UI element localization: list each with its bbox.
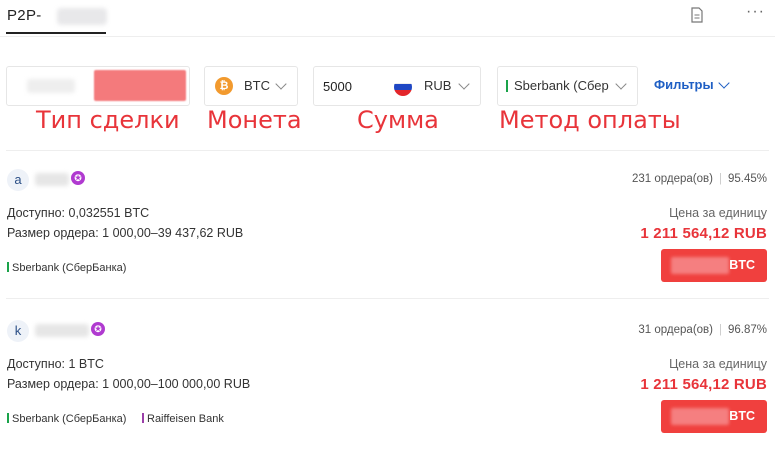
merchant-name-blurred[interactable] (35, 324, 89, 337)
sberbank-color-marker (7, 413, 9, 423)
payment-method-tag: Sberbank (СберБанка) (7, 413, 126, 425)
unit-price: 1 211 564,12 RUB (640, 225, 767, 242)
chevron-down-icon (615, 78, 627, 90)
annotation-amount: Сумма (357, 106, 439, 134)
unit-price: 1 211 564,12 RUB (640, 376, 767, 393)
coin-select-value: BTC (244, 78, 270, 93)
payment-method-tag: Sberbank (СберБанка) (7, 262, 126, 274)
stats-separator: | (718, 324, 722, 336)
order-limits: Размер ордера: 1 000,00–100 000,00 RUB (7, 377, 251, 391)
sell-tab[interactable] (94, 70, 186, 101)
raiffeisen-color-marker (142, 413, 144, 423)
stats-separator: | (718, 173, 722, 185)
coin-select[interactable]: ₿ BTC (204, 66, 298, 106)
orders-count: 31 ордера(ов) (638, 324, 713, 336)
amount-input-value[interactable]: 5000 (323, 79, 352, 94)
order-limits: Размер ордера: 1 000,00–39 437,62 RUB (7, 226, 244, 240)
available-amount: Доступно: 1 BTC (7, 357, 104, 371)
merchant-stats: 31 ордера(ов) | 96.87% (638, 324, 767, 336)
payment-method-value: Sberbank (Сберб (514, 78, 609, 93)
filters-button[interactable]: Фильтры (654, 77, 714, 92)
sberbank-color-marker (7, 262, 9, 272)
buy-button-label-blurred (671, 257, 729, 274)
merchant-name-blurred[interactable] (35, 173, 69, 186)
page-header: P2P- ··· (0, 0, 775, 36)
merchant-stats: 231 ордера(ов) | 95.45% (632, 173, 767, 185)
annotation-trade-type: Тип сделки (36, 106, 180, 134)
active-tab-underline (6, 32, 106, 34)
buy-button-label-blurred (671, 408, 729, 425)
payment-method-label: Sberbank (СберБанка) (12, 413, 127, 425)
russia-flag-icon (394, 78, 412, 96)
header-divider (0, 36, 775, 37)
amount-field[interactable]: 5000 RUB (313, 66, 481, 106)
unit-price-label: Цена за единицу (669, 357, 767, 371)
orders-count: 231 ордера(ов) (632, 173, 713, 185)
offer-card: a ✪ 231 ордера(ов) | 95.45% Доступно: 0,03… (0, 150, 775, 299)
payment-method-select[interactable]: Sberbank (Сберб (497, 66, 638, 106)
buy-button-coin: BTC (729, 258, 755, 272)
available-amount: Доступно: 0,032551 BTC (7, 206, 150, 220)
buy-button-coin: BTC (729, 409, 755, 423)
verified-merchant-badge-icon: ✪ (91, 322, 105, 336)
trade-type-toggle (6, 66, 190, 106)
avatar[interactable]: a (7, 169, 29, 191)
filters-button-label: Фильтры (654, 77, 714, 92)
currency-select-value[interactable]: RUB (424, 78, 451, 93)
page-title-blurred-part (57, 8, 107, 25)
annotation-payment-method: Метод оплаты (499, 106, 681, 134)
payment-method-label: Sberbank (СберБанка) (12, 262, 127, 274)
annotation-coin: Монета (207, 106, 302, 134)
payment-method-tag: Raiffeisen Bank (142, 413, 224, 425)
btc-icon: ₿ (215, 77, 233, 95)
completion-rate: 96.87% (727, 324, 767, 336)
buy-btc-button[interactable]: BTC (661, 249, 767, 282)
offer-card: k ✪ 31 ордера(ов) | 96.87% Доступно: 1 BTC… (0, 301, 775, 449)
offer-divider (6, 298, 769, 299)
chevron-down-icon (458, 78, 470, 90)
more-icon[interactable]: ··· (746, 3, 765, 21)
buy-btc-button[interactable]: BTC (661, 400, 767, 433)
payment-method-label: Raiffeisen Bank (147, 413, 224, 425)
buy-tab[interactable] (27, 79, 75, 93)
avatar[interactable]: k (7, 320, 29, 342)
verified-merchant-badge-icon: ✪ (71, 171, 85, 185)
document-icon[interactable] (690, 7, 704, 23)
sberbank-color-marker (506, 80, 508, 92)
chevron-down-icon[interactable] (718, 77, 730, 89)
page-title: P2P- (7, 7, 42, 24)
unit-price-label: Цена за единицу (669, 206, 767, 220)
completion-rate: 95.45% (727, 173, 767, 185)
chevron-down-icon (275, 78, 287, 90)
